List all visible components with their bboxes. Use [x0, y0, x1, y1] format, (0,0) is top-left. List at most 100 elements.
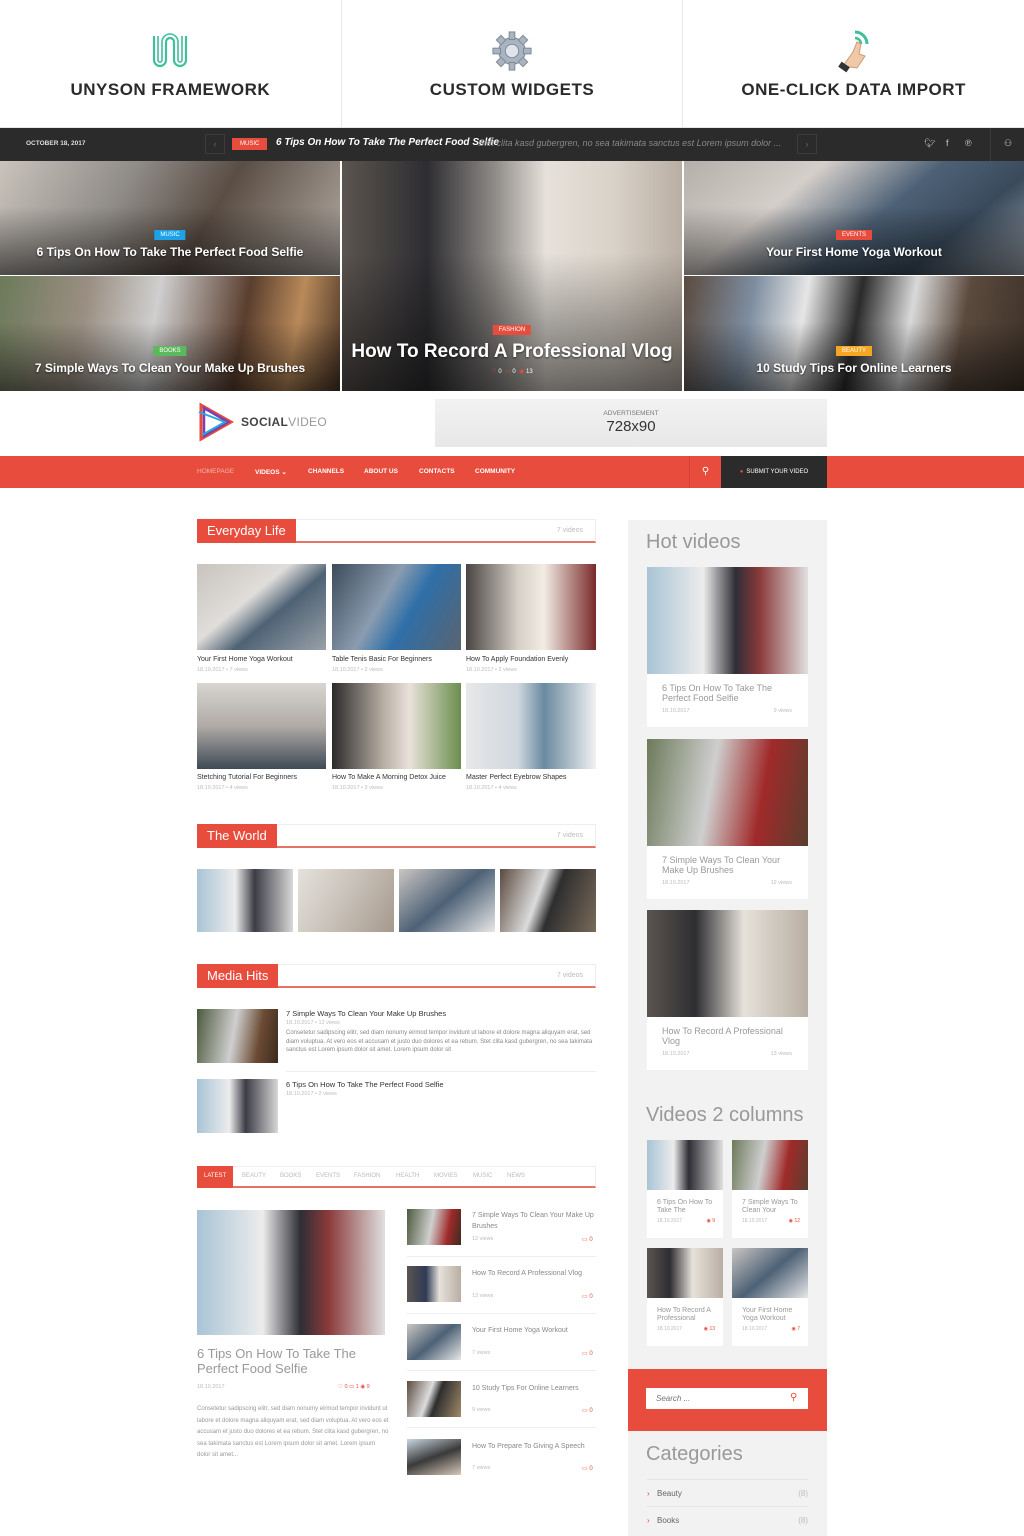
tab-music[interactable]: MUSIC: [473, 1173, 492, 1179]
ticker-next-button[interactable]: ›: [797, 134, 817, 154]
video-thumbnail[interactable]: [197, 1079, 278, 1133]
video-thumbnail[interactable]: [399, 869, 495, 932]
advertisement-banner[interactable]: ADVERTISEMENT 728x90: [435, 399, 827, 447]
video-card[interactable]: 6 Tips On How To Take The 18.10.2017 ◉ 9: [647, 1140, 723, 1238]
tab-books[interactable]: BOOKS: [280, 1173, 301, 1179]
hero-title[interactable]: Your First Home Yoga Workout: [684, 245, 1024, 259]
category-badge[interactable]: FASHION: [492, 325, 532, 335]
video-thumbnail[interactable]: [407, 1266, 461, 1302]
video-title[interactable]: 7 Simple Ways To Clean Your Make Up Brus…: [662, 855, 797, 875]
hero-title[interactable]: How To Record A Professional Vlog: [342, 341, 682, 363]
hero-tile[interactable]: BEAUTY 10 Study Tips For Online Learners: [684, 276, 1024, 391]
hero-tile[interactable]: MUSIC 6 Tips On How To Take The Perfect …: [0, 161, 340, 275]
video-card[interactable]: How To Record A Professional 18.10.2017 …: [647, 1248, 723, 1346]
video-title[interactable]: 7 Simple Ways To Clean Your: [742, 1199, 802, 1215]
video-thumbnail[interactable]: [197, 869, 293, 932]
video-thumbnail[interactable]: [732, 1140, 808, 1190]
video-thumbnail[interactable]: [500, 869, 596, 932]
video-title[interactable]: Your First Home Yoga Workout: [197, 656, 293, 663]
category-item[interactable]: › Books (8): [647, 1506, 808, 1533]
tab-events[interactable]: EVENTS: [316, 1173, 340, 1179]
video-thumbnail[interactable]: [466, 683, 596, 769]
video-card[interactable]: Your First Home Yoga Workout 18.10.2017 …: [732, 1248, 808, 1346]
hero-title[interactable]: 6 Tips On How To Take The Perfect Food S…: [0, 245, 340, 259]
video-title[interactable]: How To Apply Foundation Evenly: [466, 656, 568, 663]
tab-health[interactable]: HEALTH: [396, 1173, 419, 1179]
category-badge[interactable]: BOOKS: [153, 346, 187, 356]
featured-video-title[interactable]: 6 Tips On How To Take The Perfect Food S…: [197, 1346, 377, 1376]
video-title[interactable]: Table Tenis Basic For Beginners: [332, 656, 432, 663]
facebook-icon[interactable]: f: [946, 138, 949, 148]
site-logo[interactable]: SOCIALVIDEO: [197, 402, 327, 442]
tab-fashion[interactable]: FASHION: [354, 1173, 380, 1179]
category-badge[interactable]: BEAUTY: [835, 346, 873, 356]
nav-about-us[interactable]: ABOUT US: [364, 468, 398, 475]
video-thumbnail[interactable]: [647, 910, 808, 1017]
category-name[interactable]: Books: [657, 1516, 679, 1525]
section-title[interactable]: The World: [197, 824, 277, 848]
twitter-icon[interactable]: 🐦︎: [924, 138, 935, 149]
user-icon[interactable]: ⚇: [1004, 138, 1012, 149]
video-title[interactable]: 6 Tips On How To Take The: [657, 1199, 717, 1215]
submit-video-button[interactable]: ● SUBMIT YOUR VIDEO: [721, 456, 827, 488]
video-thumbnail[interactable]: [407, 1439, 461, 1475]
video-thumbnail[interactable]: [197, 1009, 278, 1063]
hot-video-card[interactable]: How To Record A Professional Vlog 18.10.…: [647, 910, 808, 1070]
hero-title[interactable]: 7 Simple Ways To Clean Your Make Up Brus…: [0, 361, 340, 375]
category-name[interactable]: Beauty: [657, 1489, 682, 1498]
video-title[interactable]: Master Perfect Eyebrow Shapes: [466, 774, 566, 781]
ticker-prev-button[interactable]: ‹: [205, 134, 225, 154]
tab-beauty[interactable]: BEAUTY: [242, 1173, 266, 1179]
hero-tile[interactable]: BOOKS 7 Simple Ways To Clean Your Make U…: [0, 276, 340, 391]
video-title[interactable]: How To Record A Professional Vlog: [472, 1268, 597, 1279]
nav-channels[interactable]: CHANNELS: [308, 468, 344, 475]
video-thumbnail[interactable]: [407, 1209, 461, 1245]
video-thumbnail[interactable]: [197, 564, 326, 650]
section-title[interactable]: Media Hits: [197, 964, 279, 988]
video-thumbnail[interactable]: [647, 1140, 723, 1190]
nav-community[interactable]: COMMUNITY: [475, 468, 515, 475]
hot-video-card[interactable]: 6 Tips On How To Take The Perfect Food S…: [647, 567, 808, 727]
video-title[interactable]: Your First Home Yoga Workout: [472, 1325, 597, 1336]
video-title[interactable]: Your First Home Yoga Workout: [742, 1307, 802, 1323]
category-item[interactable]: › Beauty (8): [647, 1479, 808, 1506]
video-title[interactable]: 6 Tips On How To Take The Perfect Food S…: [286, 1080, 444, 1089]
video-title[interactable]: How To Make A Morning Detox Juice: [332, 774, 446, 781]
video-title[interactable]: 10 Study Tips For Online Learners: [472, 1383, 597, 1394]
video-thumbnail[interactable]: [732, 1248, 808, 1298]
video-thumbnail[interactable]: [466, 564, 596, 650]
featured-video-thumbnail[interactable]: [197, 1210, 385, 1335]
video-title[interactable]: How To Record A Professional Vlog: [662, 1026, 797, 1046]
nav-homepage[interactable]: HOMEPAGE: [197, 468, 234, 475]
video-title[interactable]: 7 Simple Ways To Clean Your Make Up Brus…: [286, 1009, 446, 1018]
video-title[interactable]: How To Record A Professional: [657, 1307, 717, 1323]
video-thumbnail[interactable]: [407, 1381, 461, 1417]
search-input[interactable]: [646, 1388, 808, 1409]
video-thumbnail[interactable]: [647, 567, 808, 674]
video-title[interactable]: 6 Tips On How To Take The Perfect Food S…: [662, 683, 797, 703]
search-icon[interactable]: ⚲: [790, 1392, 797, 1403]
nav-contacts[interactable]: CONTACTS: [419, 468, 455, 475]
category-badge[interactable]: EVENTS: [835, 230, 873, 240]
hero-tile-featured[interactable]: FASHION How To Record A Professional Vlo…: [342, 161, 682, 391]
pinterest-icon[interactable]: ℗: [965, 138, 972, 148]
hero-title[interactable]: 10 Study Tips For Online Learners: [684, 361, 1024, 375]
video-thumbnail[interactable]: [647, 739, 808, 846]
video-thumbnail[interactable]: [332, 683, 461, 769]
video-thumbnail[interactable]: [332, 564, 461, 650]
section-title[interactable]: Everyday Life: [197, 519, 296, 543]
video-thumbnail[interactable]: [197, 683, 326, 769]
video-thumbnail[interactable]: [407, 1324, 461, 1360]
search-icon[interactable]: ⚲: [689, 456, 721, 488]
video-thumbnail[interactable]: [647, 1248, 723, 1298]
tab-movies[interactable]: MOVIES: [434, 1173, 457, 1179]
video-thumbnail[interactable]: [298, 869, 394, 932]
video-card[interactable]: 7 Simple Ways To Clean Your 18.10.2017 ◉…: [732, 1140, 808, 1238]
hero-tile[interactable]: EVENTS Your First Home Yoga Workout: [684, 161, 1024, 275]
category-badge[interactable]: MUSIC: [154, 230, 186, 240]
tab-news[interactable]: NEWS: [507, 1173, 525, 1179]
ticker-category-badge[interactable]: MUSIC: [232, 138, 268, 150]
hot-video-card[interactable]: 7 Simple Ways To Clean Your Make Up Brus…: [647, 739, 808, 899]
nav-videos[interactable]: VIDEOS ⌄: [255, 468, 287, 476]
tab-latest[interactable]: LATEST: [197, 1166, 234, 1188]
